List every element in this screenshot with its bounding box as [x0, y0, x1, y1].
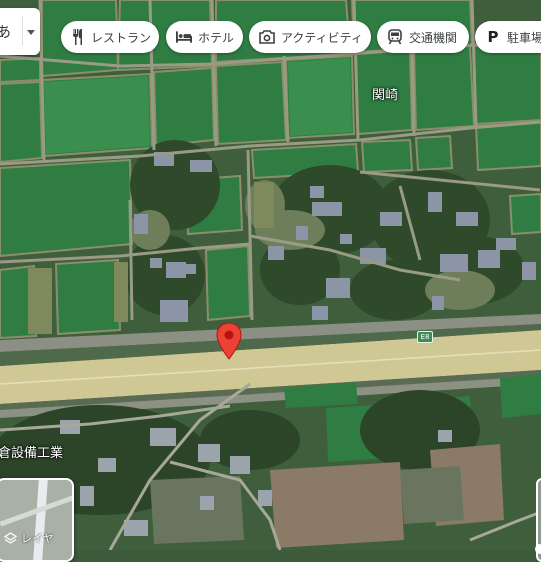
camera-icon	[259, 29, 275, 45]
expressway-route-shield: E8	[417, 331, 433, 343]
chip-label: 駐車場	[507, 30, 541, 45]
chip-hotels[interactable]: ホテル	[166, 21, 243, 53]
search-divider	[22, 16, 23, 46]
chip-restaurants[interactable]: レストラン	[61, 21, 159, 53]
restaurant-icon	[71, 29, 85, 45]
chip-transit[interactable]: 交通機関	[377, 21, 469, 53]
layers-toggle-button[interactable]: レイヤ	[0, 478, 74, 562]
hotel-icon	[176, 29, 192, 45]
chip-label: 交通機関	[408, 30, 457, 45]
location-pin-icon[interactable]	[216, 322, 242, 360]
chip-activities[interactable]: アクティビティ	[249, 21, 371, 53]
chip-label: ホテル	[198, 30, 235, 45]
layers-label-text: レイヤ	[21, 532, 54, 545]
satellite-map[interactable]	[0, 0, 541, 550]
layers-icon	[4, 531, 17, 545]
chip-label: アクティビティ	[281, 30, 363, 45]
street-view-thumbnail-button[interactable]	[535, 478, 541, 562]
search-input-text[interactable]: あ	[0, 21, 11, 42]
chip-label: レストラン	[91, 30, 152, 45]
layers-label: レイヤ	[4, 530, 54, 546]
layer-thumbnail-road	[32, 480, 49, 560]
transit-icon	[387, 29, 403, 45]
business-label[interactable]: 倉設備工業	[0, 442, 63, 461]
parking-icon: P	[487, 28, 499, 46]
pegman-icon	[535, 544, 541, 554]
search-box[interactable]: あ	[0, 8, 40, 55]
chevron-down-icon[interactable]	[27, 30, 35, 35]
place-label-sekizaki[interactable]: 関崎	[372, 84, 398, 103]
chip-parking[interactable]: P 駐車場	[475, 21, 541, 53]
